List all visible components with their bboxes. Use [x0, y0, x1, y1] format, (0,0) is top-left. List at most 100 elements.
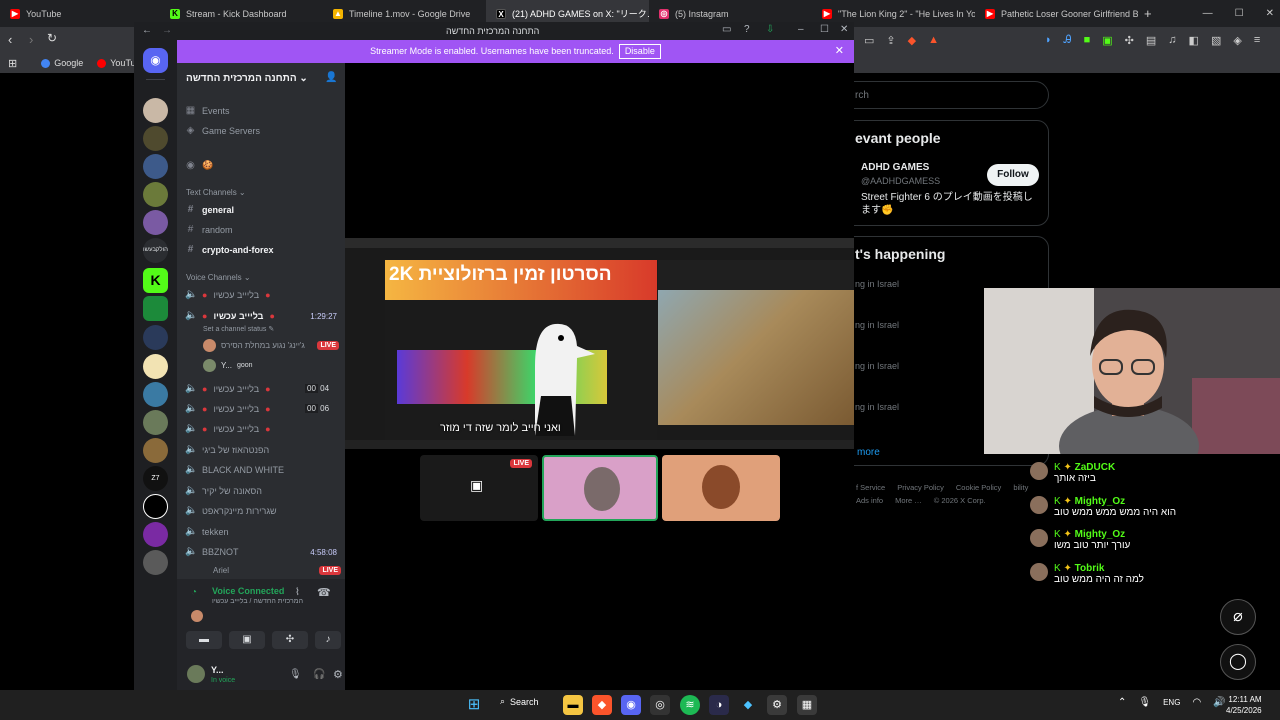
server-icon[interactable]	[143, 410, 168, 435]
messages-icon[interactable]: ◯	[1220, 644, 1256, 680]
taskbar-search[interactable]: ⌕ Search	[500, 696, 539, 707]
close-banner-icon[interactable]: ✕	[835, 40, 844, 63]
translate-icon[interactable]: Ꭿ	[1064, 34, 1072, 47]
trend-item[interactable]: ng in Israel	[855, 361, 899, 371]
reload-icon[interactable]: ↻	[47, 31, 57, 45]
app-icon[interactable]: ◑	[709, 695, 729, 715]
bookmark-google[interactable]: Google	[41, 58, 83, 68]
chat-username[interactable]: ZaDUCK	[1075, 462, 1116, 473]
microphone-icon[interactable]: 🎙	[289, 669, 302, 680]
new-tab-icon[interactable]: +	[1144, 6, 1152, 21]
tray-chevron-icon[interactable]: ⌃	[1118, 697, 1126, 708]
kick-extension-icon[interactable]: ■	[1084, 34, 1091, 46]
volume-icon[interactable]: 🔊	[1213, 697, 1225, 708]
server-icon[interactable]	[143, 494, 168, 519]
chat-username[interactable]: Mighty_Oz	[1075, 529, 1126, 540]
download-icon[interactable]: ⇩	[766, 24, 774, 35]
clock[interactable]: 12:11 AM 4/25/2026	[1226, 694, 1262, 716]
chat-username[interactable]: Mighty_Oz	[1075, 496, 1126, 507]
help-icon[interactable]: ?	[744, 24, 750, 35]
voice-channel[interactable]: 🔈 BBZNOT	[185, 546, 239, 557]
voice-member[interactable]: ג'יינג' נגוע במחלת הסירס LIVE	[203, 339, 339, 352]
disable-button[interactable]: Disable	[618, 44, 661, 59]
microphone-icon[interactable]: 🎙	[1138, 697, 1151, 708]
voice-channel[interactable]: 🔈 ● בליייב עכשיו ●	[185, 423, 271, 434]
voice-channel[interactable]: 🔈 ● בליייב עכשיו ●	[185, 289, 271, 300]
disconnect-icon[interactable]: ☎	[317, 586, 331, 599]
close-icon[interactable]: ✕	[840, 24, 848, 35]
chat-username[interactable]: Tobrik	[1075, 563, 1105, 574]
voice-channel[interactable]: 🔈 שגרירות מיינקראפט	[185, 505, 277, 516]
game-servers-item[interactable]: ◈ Game Servers	[185, 125, 260, 136]
minimize-icon[interactable]: –	[798, 24, 804, 35]
stats-extension-icon[interactable]: ▣	[1102, 34, 1112, 47]
sidebar-icon[interactable]: ◧	[1189, 34, 1199, 47]
server-icon[interactable]: Z7	[143, 466, 168, 491]
server-icon[interactable]	[143, 325, 168, 350]
share-icon[interactable]: ⇪	[886, 34, 895, 47]
footer-link[interactable]: Ads info	[856, 496, 883, 505]
close-icon[interactable]: ✕	[1266, 8, 1274, 19]
server-icon[interactable]	[143, 438, 168, 463]
server-icon[interactable]	[143, 522, 168, 547]
windows-start-icon[interactable]: ⊞	[464, 695, 484, 715]
trend-item[interactable]: ng in Israel	[855, 279, 899, 289]
voice-location[interactable]: התחנה המרכזית החדשה / בליייב עכשיו	[212, 598, 304, 605]
voice-channel[interactable]: 🔈 tekken	[185, 526, 229, 537]
server-icon[interactable]	[143, 296, 168, 321]
menu-icon[interactable]: ≡	[1254, 34, 1260, 46]
invite-icon[interactable]: 👤	[325, 72, 337, 83]
voice-channels-category[interactable]: Voice Channels ⌄	[186, 273, 251, 282]
voice-channel[interactable]: 🔈 BLACK AND WHITE	[185, 464, 284, 475]
noise-suppression-icon[interactable]: ⌇	[295, 587, 300, 598]
follow-button[interactable]: Follow	[987, 164, 1039, 186]
voice-channel[interactable]: 🔈 הפנטהאוז של ביגי	[185, 444, 269, 455]
footer-link[interactable]: f Service	[856, 483, 885, 492]
back-icon[interactable]: ‹	[8, 32, 12, 47]
server-icon[interactable]: הולקבעשו	[143, 238, 168, 263]
cast-icon[interactable]: ▭	[864, 34, 874, 47]
maximize-icon[interactable]: ☐	[820, 24, 829, 35]
tab-youtube-2[interactable]: ▶ Pathetic Loser Gooner Girlfriend Beg	[975, 0, 1138, 27]
music-icon[interactable]: ♫	[1168, 34, 1176, 46]
voice-member[interactable]: Ariel LIVE	[213, 566, 341, 575]
soundboard-button[interactable]: ♪	[315, 631, 341, 649]
server-name[interactable]: התחנה המרכזית החדשה ⌄	[186, 73, 308, 84]
x-search-input[interactable]: rch	[820, 81, 1049, 109]
kick-server-icon[interactable]: K	[143, 268, 168, 293]
settings-icon[interactable]: ⚙	[767, 695, 787, 715]
screen-share-button[interactable]: ▣	[229, 631, 265, 649]
footer-link[interactable]: bility	[1013, 483, 1028, 492]
puzzle-icon[interactable]: ✣	[1125, 34, 1134, 47]
discord-icon[interactable]: ◉	[621, 695, 641, 715]
forward-icon[interactable]: →	[162, 25, 172, 36]
maximize-icon[interactable]: ☐	[1235, 8, 1244, 19]
server-icon[interactable]	[143, 154, 168, 179]
minimize-icon[interactable]: —	[1203, 8, 1213, 19]
participant-tile[interactable]	[662, 455, 780, 521]
person-name[interactable]: ADHD GAMES	[861, 162, 929, 173]
forward-icon[interactable]: ›	[29, 32, 33, 47]
discord-home-icon[interactable]: ◉	[143, 48, 168, 73]
browse-item[interactable]: ◉ 🍪	[185, 160, 213, 171]
brave-rewards-icon[interactable]: ▲	[928, 34, 939, 46]
server-icon[interactable]	[143, 382, 168, 407]
footer-link[interactable]: Cookie Policy	[956, 483, 1001, 492]
voice-channel[interactable]: 🔈 ● בליייב עכשיו ●	[185, 383, 271, 394]
activities-button[interactable]: ✣	[272, 631, 308, 649]
show-more-link[interactable]: more	[857, 447, 880, 458]
brave-icon[interactable]: ◆	[592, 695, 612, 715]
settings-icon[interactable]: ⚙	[333, 668, 343, 681]
channel-random[interactable]: # random	[185, 224, 233, 235]
server-icon[interactable]	[143, 182, 168, 207]
text-channels-category[interactable]: Text Channels ⌄	[186, 188, 246, 197]
inbox-icon[interactable]: ▭	[722, 24, 731, 35]
voice-channel[interactable]: 🔈 ● בליייב עכשיו ●	[185, 403, 271, 414]
voice-channel-active[interactable]: 🔈 ● בליייב עכשיו ●	[185, 310, 275, 321]
participant-tile[interactable]	[542, 455, 658, 521]
voice-connected-label[interactable]: Voice Connected	[212, 586, 284, 596]
grok-icon[interactable]: ⌀	[1220, 599, 1256, 635]
channel-general[interactable]: # general	[185, 204, 234, 215]
file-explorer-icon[interactable]: ▬	[563, 695, 583, 715]
wifi-icon[interactable]: ◠	[1192, 697, 1201, 708]
